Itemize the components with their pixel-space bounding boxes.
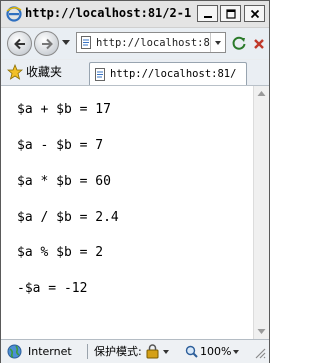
minimize-icon <box>203 15 212 18</box>
favorites-bar: 收藏夹 http://localhost:81/ <box>1 60 269 86</box>
favorites-star-icon[interactable] <box>7 64 23 80</box>
stop-icon <box>254 39 264 49</box>
refresh-icon <box>232 36 246 50</box>
vertical-scrollbar[interactable] <box>253 86 269 339</box>
status-bar: Internet 保护模式: 禁用 100% <box>1 339 269 363</box>
address-dropdown-button[interactable] <box>210 33 225 52</box>
resize-grip-icon[interactable] <box>253 346 266 359</box>
window-title: http://localhost:81/2-1... <box>25 6 191 20</box>
output-line: $a - $b = 7 <box>17 138 104 153</box>
page-icon <box>95 68 105 81</box>
navigation-bar <box>1 28 269 59</box>
forward-arrow-icon <box>41 38 53 49</box>
security-button[interactable] <box>145 343 175 360</box>
zoom-level: 100% <box>200 345 232 358</box>
tab-label: http://localhost:81/ <box>110 68 237 80</box>
scroll-up-icon <box>257 91 266 96</box>
status-divider <box>87 344 88 359</box>
maximize-icon <box>225 8 236 19</box>
title-bar: http://localhost:81/2-1... <box>1 1 269 28</box>
browser-window: http://localhost:81/2-1... <box>0 0 270 363</box>
output-line: $a * $b = 60 <box>17 174 111 189</box>
zoom-button[interactable]: 100% <box>185 343 241 360</box>
favorites-label[interactable]: 收藏夹 <box>26 65 62 79</box>
address-input[interactable] <box>96 34 210 51</box>
protected-mode-label: 保护模式: 禁用 <box>94 345 142 358</box>
stop-button[interactable] <box>251 36 267 52</box>
chevron-down-icon <box>215 40 221 45</box>
back-button[interactable] <box>7 31 32 56</box>
scroll-up-button[interactable] <box>254 86 269 101</box>
refresh-button[interactable] <box>229 33 249 53</box>
zone-label: Internet <box>28 345 72 358</box>
forward-button[interactable] <box>34 31 59 56</box>
ie-logo-icon <box>6 6 22 22</box>
close-icon <box>250 9 259 18</box>
page-content: $a + $b = 17 $a - $b = 7 $a * $b = 60 $a… <box>1 86 253 339</box>
recent-pages-dropdown[interactable] <box>62 40 70 45</box>
chevron-down-icon <box>233 349 240 354</box>
globe-icon <box>7 344 22 359</box>
address-bar <box>76 32 226 53</box>
close-button[interactable] <box>244 5 265 22</box>
back-arrow-icon <box>13 38 25 49</box>
minimize-button[interactable] <box>197 5 218 22</box>
output-line: $a / $b = 2.4 <box>17 210 119 225</box>
zoom-icon <box>185 345 198 358</box>
output-line: $a + $b = 17 <box>17 102 111 117</box>
output-line: -$a = -12 <box>17 281 88 296</box>
maximize-button[interactable] <box>220 5 241 22</box>
chevron-down-icon <box>163 349 169 354</box>
tab-current-page[interactable]: http://localhost:81/ <box>89 62 247 85</box>
output-line: $a % $b = 2 <box>17 245 104 260</box>
scroll-down-icon <box>257 329 266 334</box>
page-icon <box>81 36 91 49</box>
security-icon <box>146 344 159 359</box>
scroll-down-button[interactable] <box>254 324 269 339</box>
